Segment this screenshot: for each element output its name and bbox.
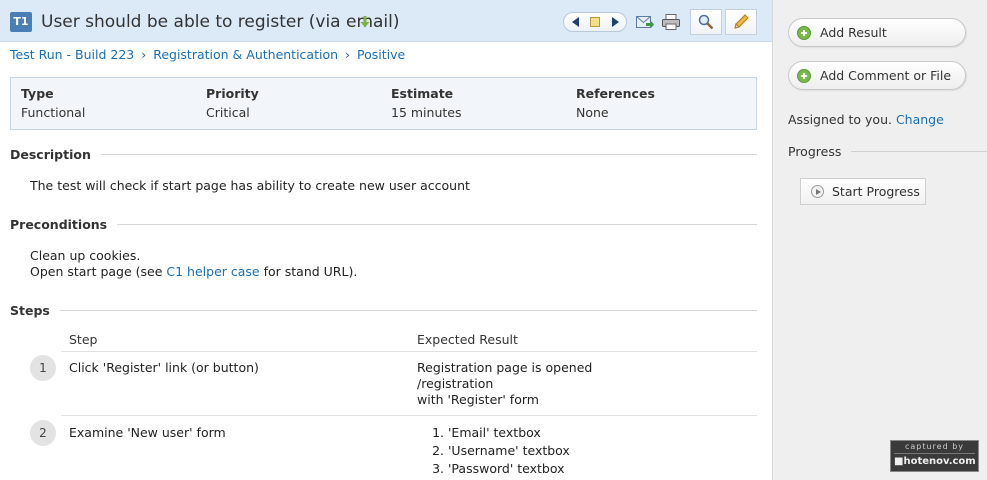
steps-heading: Steps: [10, 302, 757, 318]
arrow-right-icon: [612, 17, 619, 27]
list-item: 'Password' textbox: [448, 460, 570, 478]
print-button[interactable]: [661, 12, 681, 32]
divider: [59, 309, 757, 311]
add-result-label: Add Result: [820, 25, 887, 40]
case-navigation: [563, 12, 627, 32]
precondition-text: Open start page (see: [30, 264, 167, 279]
divider: [851, 151, 987, 152]
expected-line: with 'Register' form: [417, 392, 539, 407]
change-assignee-link[interactable]: Change: [896, 112, 944, 127]
assigned-text: Assigned to you.: [788, 112, 892, 127]
step-number: 2: [30, 420, 56, 446]
divider: [117, 223, 757, 225]
info-type: Type Functional: [21, 86, 85, 120]
info-priority-label: Priority: [206, 86, 259, 101]
email-button[interactable]: [635, 12, 655, 32]
breadcrumb: Test Run - Build 223 › Registration & Au…: [10, 47, 405, 62]
arrow-down-icon[interactable]: [360, 16, 370, 31]
description-title: Description: [10, 146, 91, 162]
previous-case-button[interactable]: [566, 13, 586, 31]
add-icon: [797, 25, 811, 40]
expected-line: Registration page is opened: [417, 360, 593, 375]
info-estimate: Estimate 15 minutes: [391, 86, 461, 120]
printer-icon: [662, 14, 680, 30]
expected-result: Registration page is opened /registratio…: [417, 360, 592, 408]
info-references-value: None: [576, 105, 609, 120]
preconditions-heading: Preconditions: [10, 216, 757, 232]
add-comment-button[interactable]: Add Comment or File: [788, 61, 966, 90]
step-text: Click 'Register' link (or button): [69, 360, 259, 375]
precondition-line-2: Open start page (see C1 helper case for …: [30, 264, 357, 279]
assignment-info: Assigned to you. Change: [788, 112, 944, 127]
pencil-icon: [734, 14, 749, 29]
start-progress-label: Start Progress: [832, 184, 920, 199]
breadcrumb-separator: ›: [345, 47, 351, 62]
stop-button[interactable]: [585, 13, 605, 31]
page-title: User should be able to register (via ema…: [41, 12, 400, 32]
progress-title: Progress: [788, 144, 842, 159]
description-text: The test will check if start page has ab…: [30, 178, 470, 193]
main-content: T1 User should be able to register (via …: [0, 0, 772, 480]
case-id-badge: T1: [10, 12, 32, 32]
info-priority: Priority Critical: [206, 86, 259, 120]
expected-result: 'Email' textbox 'Username' textbox 'Pass…: [417, 424, 570, 478]
info-priority-value: Critical: [206, 105, 250, 120]
precondition-text: for stand URL).: [259, 264, 358, 279]
sidebar: Add Result Add Comment or File Assigned …: [772, 0, 987, 480]
list-item: 'Username' textbox: [448, 442, 570, 460]
edit-button[interactable]: [725, 9, 757, 35]
breadcrumb-link-subsection[interactable]: Positive: [357, 47, 405, 62]
case-header: T1 User should be able to register (via …: [0, 0, 772, 42]
breadcrumb-link-section[interactable]: Registration & Authentication: [153, 47, 338, 62]
search-button[interactable]: [690, 9, 722, 35]
add-icon: [797, 68, 811, 83]
add-comment-label: Add Comment or File: [820, 68, 952, 83]
watermark: captured by ■hotenov.com: [890, 440, 979, 472]
table-row: 1 Click 'Register' link (or button) Regi…: [30, 355, 757, 416]
divider: [100, 153, 757, 155]
progress-heading: Progress: [788, 144, 987, 159]
precondition-line-1: Clean up cookies.: [30, 248, 141, 263]
add-result-button[interactable]: Add Result: [788, 18, 966, 47]
description-heading: Description: [10, 146, 757, 162]
breadcrumb-separator: ›: [141, 47, 147, 62]
breadcrumb-link-test-run[interactable]: Test Run - Build 223: [10, 47, 134, 62]
helper-case-link[interactable]: C1 helper case: [166, 264, 259, 279]
email-icon: [636, 16, 654, 28]
expected-line: /registration: [417, 376, 494, 391]
step-number: 1: [30, 355, 56, 381]
column-header-expected: Expected Result: [417, 332, 518, 347]
steps-table-header: Step Expected Result: [61, 332, 757, 352]
case-info-panel: Type Functional Priority Critical Estima…: [10, 77, 757, 130]
arrow-left-icon: [572, 17, 579, 27]
list-item: 'Email' textbox: [448, 424, 570, 442]
expected-list: 'Email' textbox 'Username' textbox 'Pass…: [417, 424, 570, 478]
info-estimate-value: 15 minutes: [391, 105, 462, 120]
start-progress-button[interactable]: Start Progress: [800, 178, 926, 205]
info-references-label: References: [576, 86, 655, 101]
table-row: 2 Examine 'New user' form 'Email' textbo…: [30, 420, 757, 480]
next-case-button[interactable]: [605, 13, 625, 31]
column-header-step: Step: [69, 332, 98, 347]
magnifier-icon: [698, 14, 714, 30]
watermark-line-1: captured by: [904, 442, 965, 451]
preconditions-title: Preconditions: [10, 216, 108, 232]
square-icon: [590, 17, 600, 27]
play-icon: [811, 185, 824, 198]
info-estimate-label: Estimate: [391, 86, 454, 101]
info-type-value: Functional: [21, 105, 86, 120]
watermark-line-2: ■hotenov.com: [894, 453, 976, 470]
steps-title: Steps: [10, 302, 50, 318]
info-type-label: Type: [21, 86, 54, 101]
info-references: References None: [576, 86, 655, 120]
step-text: Examine 'New user' form: [69, 425, 226, 440]
